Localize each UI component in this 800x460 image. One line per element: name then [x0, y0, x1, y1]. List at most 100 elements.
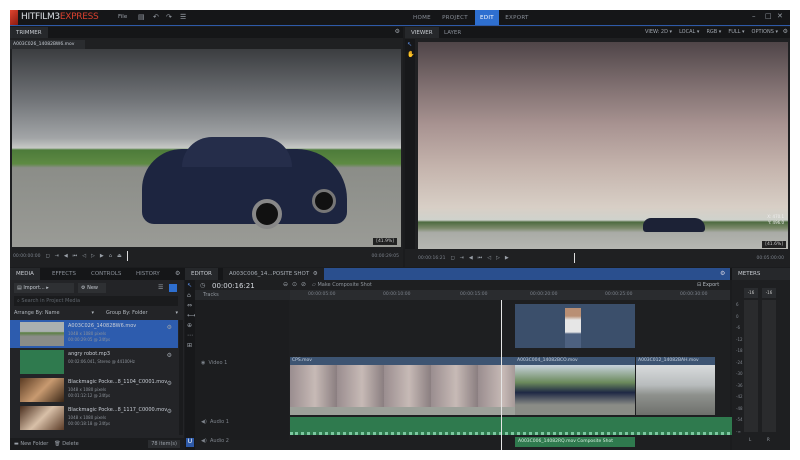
editor-timecode[interactable]: 00:00:16:21 [212, 282, 255, 290]
space-dropdown[interactable]: LOCAL ▾ [679, 29, 699, 35]
clip-label[interactable]: CPS.mov [290, 357, 515, 365]
menu-icon[interactable]: ☰ [180, 13, 186, 21]
grid-view-icon[interactable] [169, 284, 177, 292]
new-folder-button[interactable]: ▬ New Folder [14, 441, 48, 447]
viewer-time-end: 00:05:00:00 [757, 256, 784, 261]
trimmer-playhead[interactable] [127, 251, 128, 261]
prev-frame-icon[interactable]: ◁ [82, 253, 86, 259]
video-clip[interactable] [515, 365, 635, 415]
gear-icon[interactable]: ⚙ [783, 28, 788, 35]
video-clip[interactable] [290, 365, 515, 415]
snap-icon[interactable]: ⊞ [187, 342, 192, 349]
select-tool-icon[interactable]: ↖ [407, 41, 412, 48]
tab-editor[interactable]: EDITOR [185, 268, 218, 280]
skip-start-icon[interactable]: ⏮ [73, 253, 78, 259]
overlay-icon[interactable]: ⏏ [117, 253, 122, 259]
menu-file[interactable]: File [118, 14, 127, 20]
tab-layer[interactable]: LAYER [438, 27, 467, 38]
prev-frame-icon[interactable]: ◁ [487, 255, 491, 261]
rate-tool-icon[interactable]: ⊕ [187, 322, 192, 329]
play-icon[interactable]: ▶ [100, 253, 104, 259]
next-frame-icon[interactable]: ▷ [91, 253, 95, 259]
gear-icon[interactable]: ⚙ [395, 28, 400, 35]
snap-toggle-icon[interactable]: ⊘ [301, 281, 306, 288]
tab-viewer[interactable]: VIEWER [405, 27, 439, 38]
track-audio-2[interactable]: ◀) Audio 2 [201, 438, 229, 444]
redo-icon[interactable]: ↷ [166, 13, 172, 21]
meter-peak-left: -16 [744, 288, 758, 298]
save-icon[interactable]: ▤ [138, 13, 145, 21]
minimize-button[interactable]: – [752, 12, 756, 20]
meter-scale-label: 6 [736, 302, 739, 307]
tab-controls[interactable]: CONTROLS [85, 268, 127, 280]
video-clip[interactable] [636, 365, 715, 415]
tab-home[interactable]: HOME [408, 10, 436, 25]
skip-start-icon[interactable]: ⏮ [478, 255, 483, 261]
gear-icon[interactable]: ⚙ [720, 270, 725, 277]
viewer-playhead[interactable] [574, 253, 575, 263]
quality-dropdown[interactable]: FULL ▾ [728, 29, 744, 35]
select-tool-icon[interactable]: ↖ [187, 282, 192, 289]
tab-trimmer[interactable]: TRIMMER [10, 27, 48, 38]
composite-clip-upper[interactable] [515, 304, 635, 348]
slice-tool-icon[interactable]: ⌂ [187, 292, 191, 299]
tab-project[interactable]: PROJECT [438, 10, 472, 25]
import-button[interactable]: ▤ Import... ▸ [14, 283, 74, 293]
settings-icon[interactable]: ⊙ [292, 281, 297, 288]
timeline-ruler[interactable]: 00:00:05:00 00:00:10:00 00:00:15:00 00:0… [290, 290, 730, 300]
audio-clip-composite[interactable]: A003C006_14082RQ.mov Composite Shot [515, 437, 635, 447]
clip-label[interactable]: A003C004_14082BCO.mov [515, 357, 635, 365]
zoom-level[interactable]: [41.9%] [373, 238, 397, 245]
track-video-1[interactable]: ◉ Video 1 [201, 360, 227, 366]
in-point-icon[interactable]: ⇥ [460, 255, 464, 261]
view-mode-dropdown[interactable]: VIEW: 2D ▾ [645, 29, 672, 35]
export-button[interactable]: ⊟ Export [697, 282, 719, 288]
tab-effects[interactable]: EFFECTS [46, 268, 82, 280]
options-dropdown[interactable]: OPTIONS ▾ [752, 29, 778, 35]
hand-tool-icon[interactable]: ✋ [407, 51, 414, 58]
tab-edit[interactable]: EDIT [475, 10, 499, 25]
tab-meters[interactable]: METERS [732, 268, 790, 280]
media-item[interactable]: A003C026_14082BW6.mov1048 x 1080 pixels0… [10, 320, 178, 348]
step-back-icon[interactable]: ◀ [64, 253, 68, 259]
media-item[interactable]: Blackmagic Pocke...8_1117_C0000.mov1048 … [10, 404, 178, 432]
loop-icon[interactable]: ◻ [450, 255, 454, 261]
channel-dropdown[interactable]: RGB ▾ [706, 29, 721, 35]
make-composite-button[interactable]: ▱ Make Composite Shot [312, 282, 372, 288]
clip-label[interactable]: A003C012_14082BAH.mov [636, 357, 715, 365]
close-button[interactable]: ✕ [777, 12, 783, 20]
media-scrollbar[interactable] [179, 320, 183, 435]
media-search-input[interactable]: ⌕ Search in Project Media [14, 296, 178, 306]
tab-history[interactable]: HISTORY [130, 268, 166, 280]
add-track-icon[interactable]: ⊖ [283, 281, 288, 288]
slip-tool-icon[interactable]: ⇔ [187, 302, 192, 309]
insert-icon[interactable]: ⌂ [109, 253, 112, 259]
tracks-label: Tracks [203, 292, 219, 298]
tab-export[interactable]: EXPORT [502, 10, 532, 25]
loop-icon[interactable]: ◻ [45, 253, 49, 259]
list-view-icon[interactable]: ☰ [158, 284, 163, 291]
new-button[interactable]: ⚙ New [78, 283, 106, 293]
magnet-icon[interactable]: U [186, 438, 194, 447]
media-item[interactable]: angry robot.mp300:02:06.041, Stereo @ 44… [10, 348, 178, 376]
play-icon[interactable]: ▶ [505, 255, 509, 261]
clip-name-tab[interactable]: A003C026_14082BW6.mov [10, 40, 85, 49]
media-item[interactable]: Blackmagic Pocke...8_1104_C0001.mov1048 … [10, 376, 178, 404]
ripple-tool-icon[interactable]: ⋯ [187, 332, 193, 339]
next-frame-icon[interactable]: ▷ [496, 255, 500, 261]
arrange-dropdown[interactable]: Arrange By: Name ▾ [14, 310, 94, 316]
undo-icon[interactable]: ↶ [153, 13, 159, 21]
delete-button[interactable]: 🗑 Delete [54, 441, 78, 447]
group-dropdown[interactable]: Group By: Folder ▾ [106, 310, 178, 316]
tab-composite-shot[interactable]: A003C006_14...POSITE SHOT ⚙ [223, 268, 324, 280]
track-audio-1[interactable]: ◀) Audio 1 [201, 419, 229, 425]
in-point-icon[interactable]: ⇥ [55, 253, 59, 259]
timeline-playhead[interactable] [501, 300, 502, 450]
gear-icon[interactable]: ⚙ [175, 270, 180, 277]
step-back-icon[interactable]: ◀ [469, 255, 473, 261]
tab-media[interactable]: MEDIA [10, 268, 40, 280]
maximize-button[interactable]: □ [765, 12, 772, 20]
zoom-level[interactable]: [41.6%] [762, 241, 786, 248]
coords-readout: X: 470.1Y: 496.0 [767, 214, 784, 226]
audio-clip[interactable] [290, 417, 735, 435]
